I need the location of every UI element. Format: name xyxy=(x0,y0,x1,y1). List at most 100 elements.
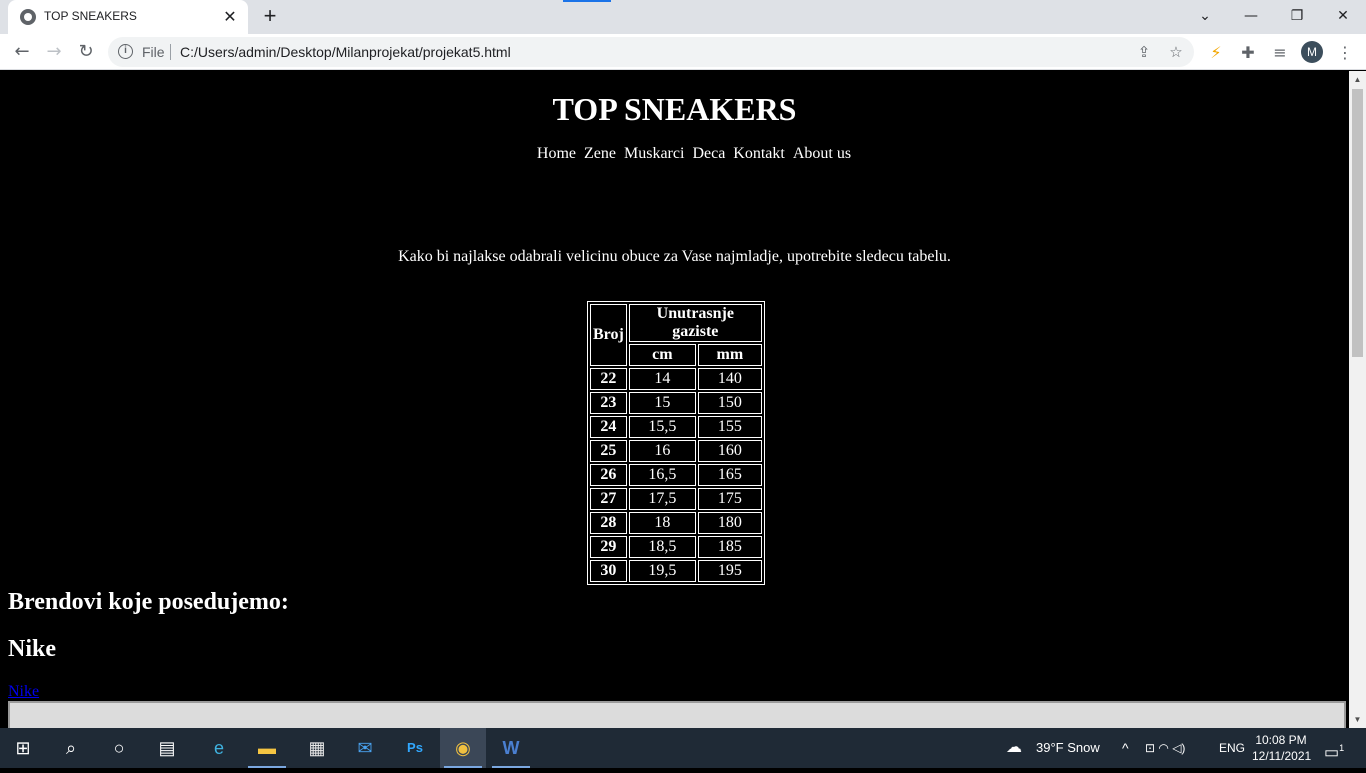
clock[interactable]: 10:08 PM 12/11/2021 xyxy=(1252,728,1311,768)
size-mm-cell: 175 xyxy=(697,488,762,510)
tab-strip-accent xyxy=(563,0,611,2)
notifications-icon[interactable]: ▭1 xyxy=(1324,728,1344,768)
nike-image-frame xyxy=(8,701,1346,728)
header-unutrasnje-gaziste: Unutrasnje gaziste xyxy=(628,304,762,342)
size-mm-cell: 155 xyxy=(697,416,762,438)
nav-muskarci[interactable]: Muskarci xyxy=(624,145,684,162)
store-icon[interactable]: ▦ xyxy=(294,728,340,768)
size-cm-cell: 17,5 xyxy=(628,488,696,510)
size-broj-cell: 22 xyxy=(590,368,627,390)
language-indicator[interactable]: ENG xyxy=(1219,728,1245,768)
tray-status-icons[interactable]: ⊡ ◠ ◁) xyxy=(1145,728,1185,768)
nav-zene[interactable]: Zene xyxy=(584,145,616,162)
size-broj-cell: 29 xyxy=(590,536,627,558)
scroll-up-arrow-icon[interactable]: ▲ xyxy=(1349,71,1366,88)
windows-taskbar: ⊞ ⌕ ○ ▤ e ▬ ▦ ✉ Ps ◉ W ☁ 39°F Snow ^ ⊡ ◠… xyxy=(0,728,1366,768)
extensions-puzzle-icon[interactable]: ✚ xyxy=(1237,42,1259,64)
nav-kontakt[interactable]: Kontakt xyxy=(733,145,785,162)
header-cm: cm xyxy=(628,344,696,366)
size-broj-cell: 27 xyxy=(590,488,627,510)
page-viewport: TOP SNEAKERS Home Zene Muskarci Deca Kon… xyxy=(0,71,1349,728)
nike-link[interactable]: Nike xyxy=(8,683,39,701)
mail-icon[interactable]: ✉ xyxy=(342,728,388,768)
intro-text: Kako bi najlakse odabrali velicinu obuce… xyxy=(398,248,951,265)
size-mm-cell: 140 xyxy=(697,368,762,390)
size-cm-cell: 18,5 xyxy=(628,536,696,558)
forward-button[interactable]: → xyxy=(40,38,68,66)
tab-close-icon[interactable]: ✕ xyxy=(220,7,240,27)
site-title: TOP SNEAKERS xyxy=(552,91,797,127)
address-bar[interactable]: i File C:/Users/admin/Desktop/Milanproje… xyxy=(108,37,1194,67)
search-icon[interactable]: ⌕ xyxy=(48,728,94,768)
menu-kebab-icon[interactable]: ⋮ xyxy=(1334,42,1356,64)
tab-search-icon[interactable]: ⌄ xyxy=(1182,0,1228,34)
windows-start-icon[interactable]: ⊞ xyxy=(0,728,46,768)
browser-toolbar: ← → ↻ i File C:/Users/admin/Desktop/Mila… xyxy=(0,34,1366,70)
size-mm-cell: 150 xyxy=(697,392,762,414)
header-broj: Broj xyxy=(590,304,627,366)
word-glyph: W xyxy=(502,738,520,758)
site-nav: Home Zene Muskarci Deca Kontakt About us xyxy=(0,145,1349,163)
size-table-body: 22 14 140 23 15 150 24 15,5 155 25 16 160 26 16,5 165 2… xyxy=(590,368,762,582)
edge-icon[interactable]: e xyxy=(196,728,242,768)
close-window-button[interactable]: ✕ xyxy=(1320,0,1366,34)
size-broj-cell: 23 xyxy=(590,392,627,414)
nav-home[interactable]: Home xyxy=(537,145,576,162)
table-row: 28 18 180 xyxy=(590,512,762,534)
url-text[interactable]: C:/Users/admin/Desktop/Milanprojekat/pro… xyxy=(180,44,511,60)
weather-widget[interactable]: 39°F Snow xyxy=(1036,728,1100,768)
chrome-icon[interactable]: ◉ xyxy=(440,728,486,768)
scrollbar-thumb[interactable] xyxy=(1352,89,1363,357)
size-cm-cell: 15 xyxy=(628,392,696,414)
table-row: 26 16,5 165 xyxy=(590,464,762,486)
omnibox-divider xyxy=(170,44,171,60)
scheme-label: File xyxy=(142,44,165,60)
nike-heading: Nike xyxy=(8,636,56,662)
tray-chevron-icon[interactable]: ^ xyxy=(1122,728,1129,768)
notification-count: 1 xyxy=(1339,743,1345,753)
brands-heading: Brendovi koje posedujemo: xyxy=(8,589,289,615)
size-mm-cell: 180 xyxy=(697,512,762,534)
task-view-icon[interactable]: ▤ xyxy=(144,728,190,768)
cortana-icon[interactable]: ○ xyxy=(96,728,142,768)
weather-cloud-icon[interactable]: ☁ xyxy=(1006,728,1022,768)
bolt-extension-icon[interactable]: ⚡ xyxy=(1205,42,1227,64)
browser-tab-bar: TOP SNEAKERS ✕ + ⌄ — ❐ ✕ xyxy=(0,0,1366,34)
share-icon[interactable]: ⇪ xyxy=(1134,42,1154,62)
vertical-scrollbar[interactable]: ▲ ▼ xyxy=(1349,71,1366,728)
table-row: 25 16 160 xyxy=(590,440,762,462)
nav-about-us[interactable]: About us xyxy=(793,145,851,162)
table-row: 30 19,5 195 xyxy=(590,560,762,582)
new-tab-button[interactable]: + xyxy=(258,5,282,29)
info-icon[interactable]: i xyxy=(118,44,133,59)
tab-title: TOP SNEAKERS xyxy=(44,9,137,23)
table-row: 23 15 150 xyxy=(590,392,762,414)
restore-button[interactable]: ❐ xyxy=(1274,0,1320,34)
reload-button[interactable]: ↻ xyxy=(72,38,100,66)
table-row: 24 15,5 155 xyxy=(590,416,762,438)
word-icon[interactable]: W xyxy=(488,728,534,768)
profile-avatar[interactable]: M xyxy=(1301,41,1323,63)
size-cm-cell: 16 xyxy=(628,440,696,462)
globe-icon xyxy=(20,9,36,25)
size-broj-cell: 26 xyxy=(590,464,627,486)
minimize-button[interactable]: — xyxy=(1228,0,1274,34)
size-cm-cell: 15,5 xyxy=(628,416,696,438)
size-broj-cell: 24 xyxy=(590,416,627,438)
table-row: 27 17,5 175 xyxy=(590,488,762,510)
file-explorer-icon[interactable]: ▬ xyxy=(244,728,290,768)
size-cm-cell: 16,5 xyxy=(628,464,696,486)
size-cm-cell: 19,5 xyxy=(628,560,696,582)
table-row: 29 18,5 185 xyxy=(590,536,762,558)
size-broj-cell: 30 xyxy=(590,560,627,582)
photoshop-icon[interactable]: Ps xyxy=(392,728,438,768)
media-control-icon[interactable]: ≡ xyxy=(1269,42,1291,64)
size-cm-cell: 14 xyxy=(628,368,696,390)
bookmark-star-icon[interactable]: ☆ xyxy=(1166,42,1186,62)
nav-deca[interactable]: Deca xyxy=(692,145,725,162)
clock-time: 10:08 PM xyxy=(1255,733,1307,747)
scroll-down-arrow-icon[interactable]: ▼ xyxy=(1349,711,1366,728)
browser-tab[interactable]: TOP SNEAKERS ✕ xyxy=(8,0,248,34)
back-button[interactable]: ← xyxy=(8,38,36,66)
size-mm-cell: 195 xyxy=(697,560,762,582)
